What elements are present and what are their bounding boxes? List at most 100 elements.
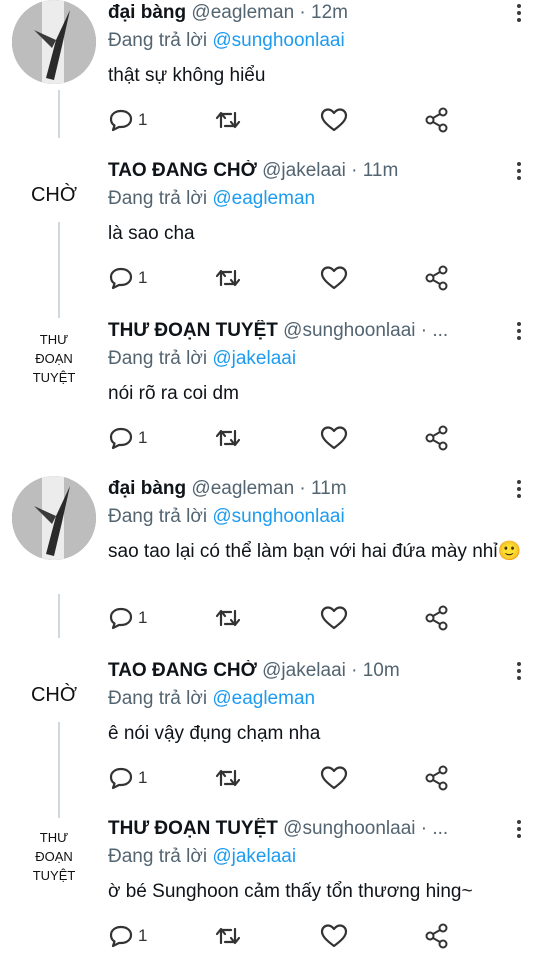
reply-button[interactable]: 1 <box>108 922 147 950</box>
heart-icon <box>320 108 348 132</box>
tweet[interactable]: THƯ ĐOẠN TUYỆT THƯ ĐOẠN TUYỆT @sunghoonl… <box>0 318 558 478</box>
tweet-text: sao tao lại có thể làm bạn với hai đứa m… <box>108 541 522 562</box>
tweet[interactable]: CHỜ TAO ĐANG CHỜ @jakelaai · 10m Đang tr… <box>0 594 558 818</box>
reply-prefix: Đang trả lời <box>108 846 208 867</box>
more-vertical-icon[interactable] <box>516 480 522 502</box>
share-icon <box>425 765 448 791</box>
mention-link[interactable]: @eagleman <box>212 188 315 209</box>
tweet[interactable]: THƯ ĐOẠN TUYỆT THƯ ĐOẠN TUYỆT @sunghoonl… <box>0 816 558 960</box>
tweet-header: TAO ĐANG CHỜ @jakelaai · 10m <box>108 660 518 682</box>
more-vertical-icon[interactable] <box>516 4 522 26</box>
thread-line <box>58 594 60 638</box>
share-icon <box>425 265 448 291</box>
handle-and-time: @sunghoonlaai · ... <box>283 320 449 341</box>
reply-prefix: Đang trả lời <box>108 348 208 369</box>
reply-count: 1 <box>138 608 148 627</box>
reply-button[interactable]: 1 <box>108 604 147 632</box>
display-name[interactable]: TAO ĐANG CHỜ <box>108 660 257 681</box>
reply-prefix: Đang trả lời <box>108 506 208 527</box>
like-button[interactable] <box>320 764 348 792</box>
display-name[interactable]: đại bàng <box>108 478 186 499</box>
like-button[interactable] <box>320 264 348 292</box>
mention-link[interactable]: @jakelaai <box>212 348 296 369</box>
tweet[interactable]: đại bàng @eagleman · 11m Đang trả lời @s… <box>0 476 558 660</box>
reply-context: Đang trả lời @jakelaai <box>108 846 296 868</box>
reply-context: Đang trả lời @sunghoonlaai <box>108 30 345 52</box>
reply-icon <box>109 767 133 790</box>
mention-link[interactable]: @sunghoonlaai <box>212 30 344 51</box>
mention-link[interactable]: @jakelaai <box>212 846 296 867</box>
reply-icon <box>109 925 133 948</box>
tweet-header: THƯ ĐOẠN TUYỆT @sunghoonlaai · ... <box>108 818 518 840</box>
reply-prefix: Đang trả lời <box>108 188 208 209</box>
share-button[interactable] <box>424 922 450 950</box>
share-button[interactable] <box>424 604 450 632</box>
thread-line <box>58 90 60 138</box>
avatar[interactable] <box>12 476 96 560</box>
tweet-text: ê nói vậy đụng chạm nha <box>108 723 321 744</box>
like-button[interactable] <box>320 922 348 950</box>
tweet-actions: 1 <box>108 604 468 632</box>
like-button[interactable] <box>320 106 348 134</box>
tweet-actions: 1 <box>108 424 468 452</box>
share-button[interactable] <box>424 764 450 792</box>
reply-button[interactable]: 1 <box>108 424 147 452</box>
like-button[interactable] <box>320 424 348 452</box>
heart-icon <box>320 266 348 290</box>
share-icon <box>425 107 448 133</box>
share-button[interactable] <box>424 424 450 452</box>
reply-button[interactable]: 1 <box>108 106 147 134</box>
thread-line <box>58 722 60 818</box>
reply-icon <box>109 607 133 630</box>
reply-button[interactable]: 1 <box>108 264 147 292</box>
retweet-button[interactable] <box>214 264 242 292</box>
mention-link[interactable]: @eagleman <box>212 688 315 709</box>
display-name[interactable]: đại bàng <box>108 2 186 23</box>
handle-and-time: @jakelaai · 10m <box>262 660 400 681</box>
tweet-header: đại bàng @eagleman · 12m <box>108 2 518 24</box>
retweet-button[interactable] <box>214 764 242 792</box>
display-name[interactable]: TAO ĐANG CHỜ <box>108 160 257 181</box>
mention-link[interactable]: @sunghoonlaai <box>212 506 344 527</box>
more-vertical-icon[interactable] <box>516 820 522 842</box>
reply-button[interactable]: 1 <box>108 764 147 792</box>
display-name[interactable]: THƯ ĐOẠN TUYỆT <box>108 818 278 839</box>
avatar[interactable]: THƯ ĐOẠN TUYỆT <box>6 828 102 885</box>
tweet-actions: 1 <box>108 264 468 292</box>
display-name[interactable]: THƯ ĐOẠN TUYỆT <box>108 320 278 341</box>
reply-count: 1 <box>138 428 148 447</box>
more-vertical-icon[interactable] <box>516 162 522 184</box>
reply-count: 1 <box>138 768 148 787</box>
avatar[interactable]: THƯ ĐOẠN TUYỆT <box>6 330 102 387</box>
eagle-avatar-image <box>12 0 96 84</box>
share-icon <box>425 425 448 451</box>
retweet-button[interactable] <box>214 604 242 632</box>
handle-and-time: @eagleman · 11m <box>191 478 347 499</box>
avatar[interactable] <box>12 0 96 84</box>
tweet-header: THƯ ĐOẠN TUYỆT @sunghoonlaai · ... <box>108 320 518 342</box>
heart-icon <box>320 426 348 450</box>
share-icon <box>425 923 448 949</box>
heart-icon <box>320 606 348 630</box>
avatar[interactable]: CHỜ <box>6 184 102 207</box>
heart-icon <box>320 924 348 948</box>
tweet-text: ờ bé Sunghoon cảm thấy tổn thương hing~ <box>108 881 473 902</box>
reply-context: Đang trả lời @jakelaai <box>108 348 296 370</box>
more-vertical-icon[interactable] <box>516 662 522 684</box>
tweet[interactable]: CHỜ TAO ĐANG CHỜ @jakelaai · 11m Đang tr… <box>0 90 558 318</box>
like-button[interactable] <box>320 604 348 632</box>
retweet-button[interactable] <box>214 424 242 452</box>
share-button[interactable] <box>424 106 450 134</box>
avatar[interactable]: CHỜ <box>6 684 102 707</box>
tweet-actions: 1 <box>108 922 468 950</box>
share-icon <box>425 605 448 631</box>
retweet-icon <box>215 269 241 287</box>
reply-prefix: Đang trả lời <box>108 688 208 709</box>
share-button[interactable] <box>424 264 450 292</box>
retweet-button[interactable] <box>214 106 242 134</box>
tweet-actions: 1 <box>108 764 468 792</box>
tweet[interactable]: đại bàng @eagleman · 12m Đang trả lời @s… <box>0 0 558 160</box>
more-vertical-icon[interactable] <box>516 322 522 344</box>
handle-and-time: @sunghoonlaai · ... <box>283 818 449 839</box>
retweet-button[interactable] <box>214 922 242 950</box>
